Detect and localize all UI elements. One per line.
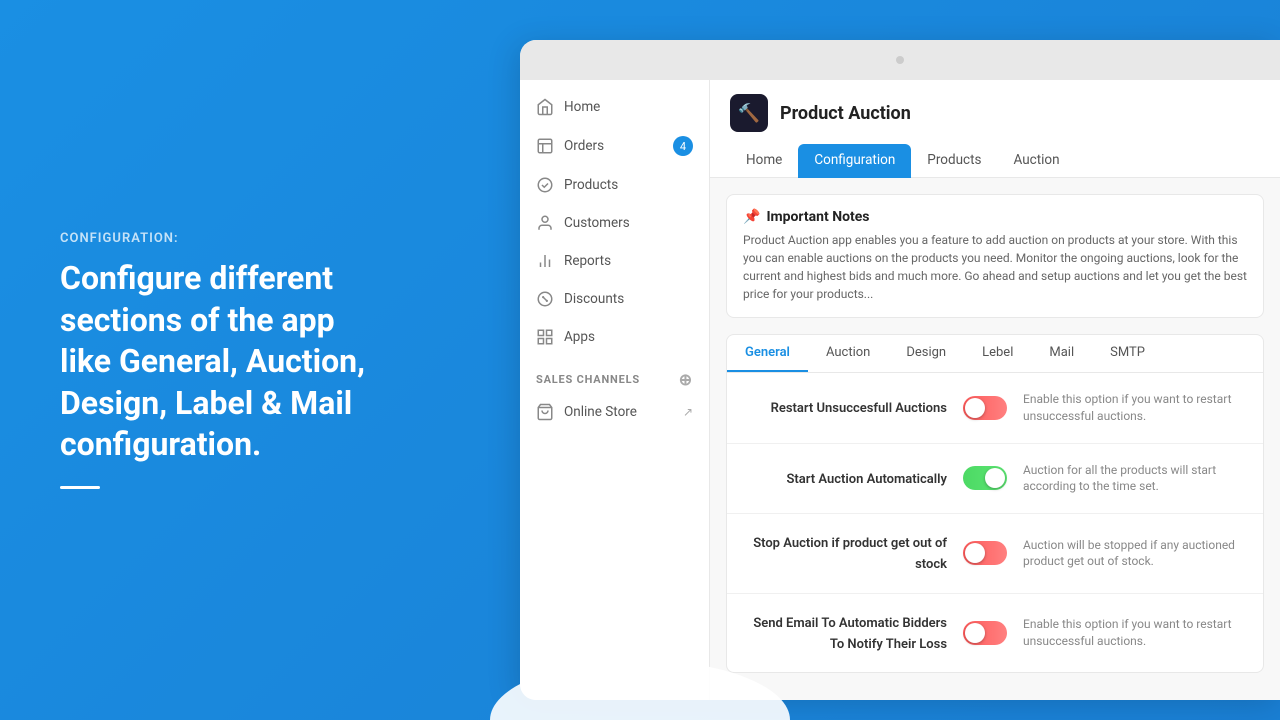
sidebar-item-apps[interactable]: Apps	[520, 318, 709, 356]
sales-channels-label: SALES CHANNELS	[536, 373, 640, 386]
store-icon	[536, 403, 554, 421]
sidebar-item-online-store[interactable]: Online Store ↗	[520, 393, 709, 431]
external-link-icon[interactable]: ↗	[683, 405, 693, 419]
toggle-email-bidders[interactable]	[963, 621, 1007, 645]
setting-info-restart: Enable this option if you want to restar…	[1023, 391, 1243, 425]
sidebar-item-products[interactable]: Products	[520, 166, 709, 204]
toggle-knob-email-bidders	[965, 623, 985, 643]
setting-row-restart: Restart Unsuccesfull Auctions Enable thi…	[727, 373, 1263, 444]
app-window: Home Orders 4	[520, 40, 1280, 700]
add-channel-icon[interactable]: ⊕	[679, 370, 693, 389]
orders-icon	[536, 137, 554, 155]
main-panel: 🔨 Product Auction Home Configuration Pro…	[710, 80, 1280, 700]
left-panel: CONFIGURATION: Configure different secti…	[60, 231, 380, 489]
setting-row-auto-start: Start Auction Automatically Auction for …	[727, 444, 1263, 515]
tab-auction[interactable]: Auction	[808, 335, 888, 372]
tab-smtp[interactable]: SMTP	[1092, 335, 1163, 372]
config-tabs: General Auction Design Lebel Mail SMTP	[726, 334, 1264, 372]
nav-home[interactable]: Home	[730, 144, 798, 178]
discounts-icon	[536, 290, 554, 308]
notes-title: 📌 Important Notes	[743, 209, 1247, 225]
left-title: Configure different sections of the app …	[60, 258, 380, 466]
home-icon	[536, 98, 554, 116]
tab-lebel[interactable]: Lebel	[964, 335, 1031, 372]
settings-container: Restart Unsuccesfull Auctions Enable thi…	[726, 372, 1264, 673]
toggle-restart[interactable]	[963, 396, 1007, 420]
setting-label-out-of-stock: Stop Auction if product get out of stock	[747, 532, 947, 574]
sidebar-item-home[interactable]: Home	[520, 88, 709, 126]
orders-badge: 4	[673, 136, 693, 156]
tab-mail[interactable]: Mail	[1031, 335, 1092, 372]
notes-icon: 📌	[743, 209, 760, 225]
app-logo: 🔨	[730, 94, 768, 132]
nav-configuration[interactable]: Configuration	[798, 144, 911, 178]
window-dot	[896, 56, 904, 64]
online-store-label: Online Store	[564, 404, 637, 420]
toggle-knob-restart	[965, 398, 985, 418]
sidebar-reports-label: Reports	[564, 253, 611, 269]
sidebar-orders-label: Orders	[564, 138, 604, 154]
sales-channels-section: SALES CHANNELS ⊕	[520, 356, 709, 393]
setting-label-restart: Restart Unsuccesfull Auctions	[747, 397, 947, 418]
toggle-knob-auto-start	[985, 468, 1005, 488]
sidebar-item-orders[interactable]: Orders 4	[520, 126, 709, 166]
left-divider	[60, 486, 100, 489]
sidebar-item-customers[interactable]: Customers	[520, 204, 709, 242]
sidebar-apps-label: Apps	[564, 329, 595, 345]
toggle-knob-out-of-stock	[965, 543, 985, 563]
sidebar-discounts-label: Discounts	[564, 291, 624, 307]
sidebar-item-discounts[interactable]: Discounts	[520, 280, 709, 318]
sidebar-products-label: Products	[564, 177, 618, 193]
sidebar: Home Orders 4	[520, 80, 710, 700]
setting-info-email-bidders: Enable this option if you want to restar…	[1023, 616, 1243, 650]
app-header: 🔨 Product Auction Home Configuration Pro…	[710, 80, 1280, 178]
app-header-top: 🔨 Product Auction	[730, 94, 1260, 132]
sidebar-item-reports[interactable]: Reports	[520, 242, 709, 280]
notes-text: Product Auction app enables you a featur…	[743, 231, 1247, 303]
apps-icon	[536, 328, 554, 346]
sidebar-home-label: Home	[564, 99, 600, 115]
customers-icon	[536, 214, 554, 232]
app-title: Product Auction	[780, 103, 911, 124]
setting-info-out-of-stock: Auction will be stopped if any auctioned…	[1023, 537, 1243, 571]
left-label: CONFIGURATION:	[60, 231, 380, 246]
app-logo-icon: 🔨	[738, 103, 760, 124]
toggle-auto-start[interactable]	[963, 466, 1007, 490]
nav-auction[interactable]: Auction	[997, 144, 1075, 178]
setting-label-auto-start: Start Auction Automatically	[747, 468, 947, 489]
setting-row-out-of-stock: Stop Auction if product get out of stock…	[727, 514, 1263, 593]
nav-products[interactable]: Products	[911, 144, 997, 178]
app-nav: Home Configuration Products Auction	[730, 144, 1260, 177]
tab-general[interactable]: General	[727, 335, 808, 372]
reports-icon	[536, 252, 554, 270]
setting-label-email-bidders: Send Email To Automatic Bidders To Notif…	[747, 612, 947, 654]
setting-row-email-bidders: Send Email To Automatic Bidders To Notif…	[727, 594, 1263, 672]
content-area: 📌 Important Notes Product Auction app en…	[710, 178, 1280, 700]
window-topbar	[520, 40, 1280, 80]
app-content: Home Orders 4	[520, 80, 1280, 700]
notes-box: 📌 Important Notes Product Auction app en…	[726, 194, 1264, 318]
tab-design[interactable]: Design	[888, 335, 964, 372]
toggle-out-of-stock[interactable]	[963, 541, 1007, 565]
setting-info-auto-start: Auction for all the products will start …	[1023, 462, 1243, 496]
products-icon	[536, 176, 554, 194]
sidebar-customers-label: Customers	[564, 215, 630, 231]
